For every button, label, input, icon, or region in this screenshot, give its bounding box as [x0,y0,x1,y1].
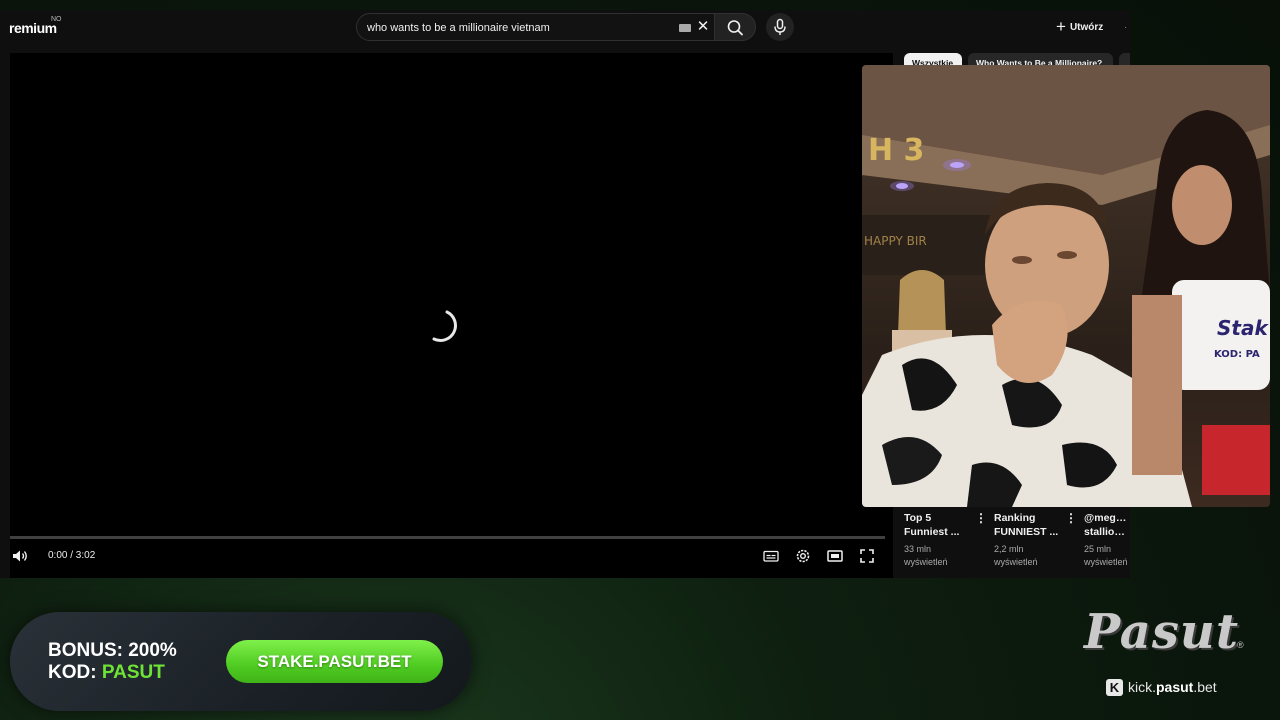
video-views: 25 mln wyświetleń [1084,544,1128,567]
more-options-icon[interactable]: ⋮ [1065,511,1077,525]
plus-icon: + [1056,17,1066,36]
loading-spinner-icon [432,310,457,342]
volume-icon[interactable] [10,546,30,566]
mic-icon [774,18,786,35]
recommendation-card[interactable]: @megant stallion ... 25 mln wyświetleń [1084,511,1130,571]
video-views: 33 mln wyświetleń [904,544,948,567]
code-line: KOD: PASUT [48,662,165,683]
stake-link-button[interactable]: STAKE.PASUT.BET [226,640,443,683]
overflow-indicator: · [1124,22,1128,33]
svg-text:Stak: Stak [1217,316,1269,340]
subtitles-icon[interactable] [761,546,781,566]
country-badge: NO [51,16,62,23]
time-display: 0:00 / 3:02 [48,550,96,561]
progress-bar[interactable] [10,536,885,539]
svg-text:HAPPY BIR: HAPPY BIR [864,234,927,248]
search-icon [727,20,743,36]
webcam-overlay: H 3 HAPPY BIR Stak KOD: PA [862,65,1270,507]
registered-mark: ® [1237,640,1244,650]
pasut-logo: Pasut [1084,604,1239,660]
webcam-feed: H 3 HAPPY BIR Stak KOD: PA [862,65,1270,507]
video-title[interactable]: Ranking FUNNIEST ... [994,511,1064,539]
search-button[interactable] [714,13,756,41]
video-player[interactable]: 0:00 / 3:02 [10,53,893,578]
kick-channel-url[interactable]: kick.pasut.bet [1128,679,1217,696]
bonus-banner: BONUS: 200% KOD: PASUT STAKE.PASUT.BET [10,612,472,711]
video-title[interactable]: Top 5 Funniest ... [904,511,974,539]
theater-mode-icon[interactable] [825,546,845,566]
svg-text:H 3: H 3 [868,133,924,168]
bonus-line: BONUS: 200% [48,640,177,661]
kick-icon: K [1106,679,1123,696]
fullscreen-icon[interactable] [857,546,877,566]
player-controls: 0:00 / 3:02 [10,546,893,568]
keyboard-icon[interactable] [679,24,691,32]
create-label: Utwórz [1069,21,1104,33]
streamer-brand: Pasut ® K kick.pasut.bet [1080,604,1260,704]
gear-icon[interactable] [793,546,813,566]
svg-text:KOD: PA: KOD: PA [1214,349,1260,360]
more-options-icon[interactable]: ⋮ [975,511,987,525]
search-box[interactable]: ✕ [356,13,715,41]
create-button[interactable]: + Utwórz [1050,14,1112,40]
youtube-logo[interactable]: remium [9,20,57,36]
promo-code: PASUT [101,662,165,683]
bonus-value: 200% [128,640,177,661]
close-icon[interactable]: ✕ [696,19,710,35]
search-input[interactable] [367,20,667,36]
video-views: 2,2 mln wyświetleń [994,544,1038,567]
top-bar: remium NO ✕ + Utwórz · [0,10,1130,52]
video-title[interactable]: @megant stallion ... [1084,511,1130,539]
voice-search-button[interactable] [766,13,794,41]
